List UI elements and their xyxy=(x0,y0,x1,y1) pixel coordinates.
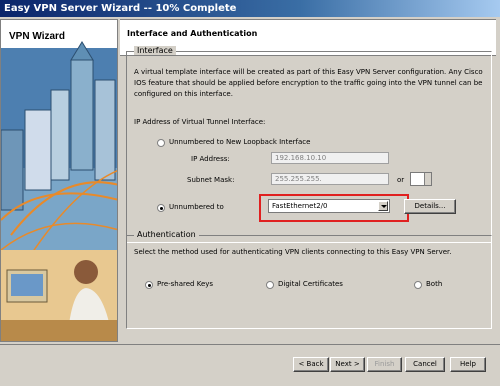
details-button[interactable]: Details... xyxy=(404,199,456,214)
radio-digital-certificates[interactable] xyxy=(266,281,274,289)
button-bar: < Back Next > Finish Cancel Help xyxy=(0,344,500,386)
ip-address-field[interactable]: 192.168.10.10 xyxy=(271,152,389,164)
radio-unnumbered[interactable] xyxy=(157,204,165,212)
or-label: or xyxy=(397,176,405,184)
radio-loopback[interactable] xyxy=(157,139,165,147)
cancel-button[interactable]: Cancel xyxy=(405,357,445,372)
interface-description: A virtual template interface will be cre… xyxy=(134,68,483,98)
radio-digital-certificates-label[interactable]: Digital Certificates xyxy=(278,280,343,288)
subnet-mask-field[interactable]: 255.255.255. xyxy=(271,173,389,185)
wizard-illustration xyxy=(1,41,117,341)
radio-pre-shared-keys[interactable] xyxy=(145,281,153,289)
authentication-legend: Authentication xyxy=(134,230,199,239)
radio-loopback-label[interactable]: Unnumbered to New Loopback Interface xyxy=(169,138,310,146)
interface-legend: Interface xyxy=(134,46,176,55)
finish-button[interactable]: Finish xyxy=(367,357,402,372)
radio-both-label[interactable]: Both xyxy=(426,280,442,288)
wizard-window: Easy VPN Server Wizard -- 10% Complete V… xyxy=(0,0,500,386)
interface-select[interactable]: FastEthernet2/0 xyxy=(268,199,390,213)
wizard-side-panel: VPN Wizard xyxy=(0,19,118,342)
page-title: Interface and Authentication xyxy=(127,29,258,38)
authentication-description: Select the method used for authenticatin… xyxy=(134,248,452,256)
radio-both[interactable] xyxy=(414,281,422,289)
prefix-spinner[interactable] xyxy=(410,172,432,186)
authentication-group: Authentication Select the method used fo… xyxy=(126,230,492,329)
help-button[interactable]: Help xyxy=(450,357,486,372)
chevron-down-icon[interactable] xyxy=(378,201,388,211)
interface-select-value: FastEthernet2/0 xyxy=(272,202,328,210)
next-button[interactable]: Next > xyxy=(330,357,365,372)
radio-pre-shared-keys-label[interactable]: Pre-shared Keys xyxy=(157,280,213,288)
interface-group: Interface A virtual template interface w… xyxy=(126,46,492,243)
title-bar[interactable]: Easy VPN Server Wizard -- 10% Complete xyxy=(0,0,500,17)
ip-address-label: IP Address: xyxy=(191,155,230,163)
wizard-main-panel: Interface and Authentication Interface A… xyxy=(120,19,496,342)
ip-section-label: IP Address of Virtual Tunnel Interface: xyxy=(134,118,266,126)
subnet-mask-label: Subnet Mask: xyxy=(187,176,235,184)
spinner-buttons[interactable] xyxy=(424,173,431,185)
radio-unnumbered-label[interactable]: Unnumbered to xyxy=(169,203,224,211)
back-button[interactable]: < Back xyxy=(293,357,329,372)
